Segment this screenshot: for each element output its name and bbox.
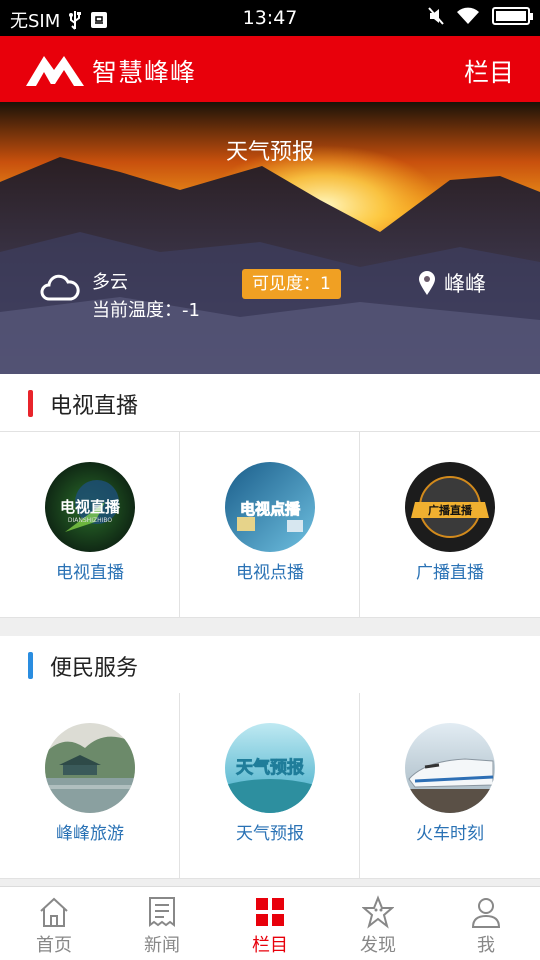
location-pin-icon [419,271,435,295]
tab-discover[interactable]: 发现 [324,887,432,960]
profile-icon [471,898,501,928]
weather-condition: 多云 [92,272,128,293]
section-header-tv: 电视直播 [0,374,540,432]
tourism-thumbnail [45,723,135,813]
app-logo-icon [26,56,84,86]
weather-title: 天气预报 [225,140,314,165]
grid-item-label: 峰峰旅游 [56,824,124,844]
section-accent-bar [28,390,33,417]
section-title: 便民服务 [50,656,139,681]
tv-vod-thumbnail: 电视点播 [225,462,315,552]
tab-label: 发现 [360,935,396,956]
thumb-caption: 广播直播 [428,503,473,517]
news-icon [149,897,175,927]
grid-item-radio-live[interactable]: 广播直播 广播直播 [360,432,540,617]
grid-item-train-schedule[interactable]: 火车时刻 [360,693,540,878]
bottom-tab-bar: 首页 新闻 栏目 发现 我 [0,886,540,960]
thumb-caption: 电视直播 [60,498,121,516]
tab-home[interactable]: 首页 [0,887,108,960]
grid-icon [256,898,284,926]
grid-item-tv-live[interactable]: 电视直播 DIANSHIZHIBO 电视直播 [0,432,180,617]
location-label: 峰峰 [444,272,486,296]
tv-grid: 电视直播 DIANSHIZHIBO 电视直播 电视点播 电视点播 广播直播 广播… [0,432,540,618]
tv-live-thumbnail: 电视直播 DIANSHIZHIBO [45,462,135,552]
grid-item-label: 电视点播 [236,563,304,583]
tab-news[interactable]: 新闻 [108,887,216,960]
section-accent-bar [28,652,33,679]
status-bar: 无SIM 13:47 [0,0,540,36]
grid-item-weather[interactable]: 天气预报 天气预报 [180,693,360,878]
tab-label: 首页 [36,935,72,956]
tab-profile[interactable]: 我 [432,887,540,960]
tab-label: 我 [477,935,495,956]
discover-icon [362,895,394,929]
status-right [428,7,533,25]
tab-columns[interactable]: 栏目 [216,887,324,960]
app-title: 智慧峰峰 [92,58,197,87]
home-icon [40,897,68,927]
weather-banner[interactable]: 天气预报 多云 当前温度：-1 可见度：1 峰峰 [0,102,540,374]
weather-thumbnail: 天气预报 [225,723,315,813]
grid-item-label: 广播直播 [416,563,484,583]
visibility-badge: 可见度：1 [242,269,341,299]
tab-label: 新闻 [144,935,180,956]
app-screen: 无SIM 13:47 智慧峰峰 栏目 天气预报 多云 当前温度：-1 可见度：1… [0,0,540,960]
grid-item-label: 电视直播 [56,563,124,583]
thumb-subcaption: DIANSHIZHIBO [68,517,112,524]
current-temperature: 当前温度：-1 [92,300,200,321]
grid-item-label: 火车时刻 [416,824,484,844]
radio-live-thumbnail: 广播直播 [405,462,495,552]
app-header: 智慧峰峰 栏目 [0,36,540,102]
thumb-caption: 电视点播 [240,500,301,518]
battery-icon [492,7,533,25]
mute-icon [428,7,444,25]
grid-item-label: 天气预报 [236,824,304,844]
section-header-services: 便民服务 [0,636,540,694]
grid-item-tourism[interactable]: 峰峰旅游 [0,693,180,878]
grid-item-tv-vod[interactable]: 电视点播 电视点播 [180,432,360,617]
train-thumbnail [405,723,495,813]
columns-menu-button[interactable]: 栏目 [464,53,514,89]
services-grid: 峰峰旅游 天气预报 天气预报 火车时刻 [0,693,540,879]
wifi-icon [457,7,479,24]
cloud-icon [40,274,80,301]
section-title: 电视直播 [50,394,139,419]
tab-label: 栏目 [252,935,288,956]
thumb-caption: 天气预报 [236,757,304,778]
